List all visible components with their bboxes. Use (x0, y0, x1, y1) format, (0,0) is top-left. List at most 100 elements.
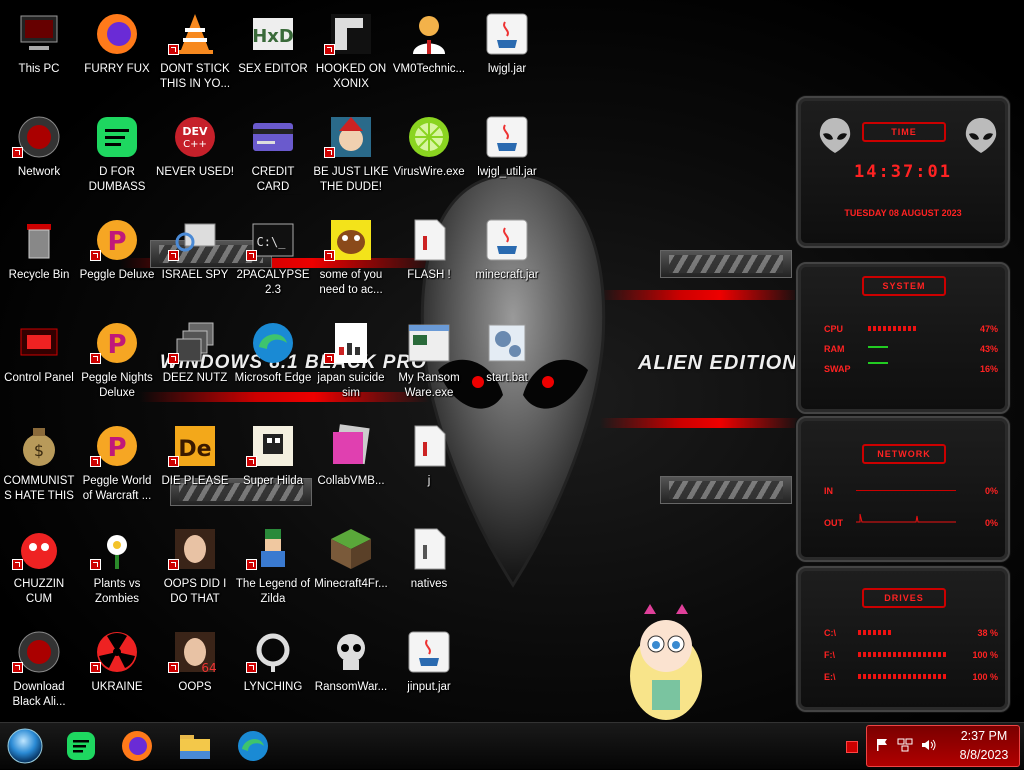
desktop-icon-label: 2PACALYPSE 2.3 (236, 269, 310, 296)
desktop-icon-pvz[interactable]: Plants vs Zombies (78, 519, 156, 619)
desktop-icon-microsoft-edge[interactable]: Microsoft Edge (234, 313, 312, 413)
skull-icon (337, 634, 365, 670)
desktop-icon-recycle-bin[interactable]: Recycle Bin (0, 210, 78, 310)
desktop-icon-natives[interactable]: natives (390, 519, 468, 619)
system-gadget: SYSTEM CPU 47% RAM 43% SWAP 16% (796, 262, 1010, 414)
desktop-icon-deez-nutz[interactable]: DEEZ NUTZ (156, 313, 234, 413)
start-button[interactable] (6, 727, 44, 765)
drive-c-bar (858, 630, 892, 635)
desktop-icon-start-bat[interactable]: start.bat (468, 313, 546, 413)
file-icon (414, 528, 446, 570)
desktop-icon-label: Recycle Bin (8, 269, 70, 281)
desktop-icon-label: lwjgl_util.jar (477, 166, 537, 178)
show-hidden-icons-button[interactable] (846, 741, 858, 753)
taskbar-firefox-button[interactable] (118, 727, 156, 765)
desktop-icon-network[interactable]: Network (0, 107, 78, 207)
desktop-icon-ukraine[interactable]: UKRAINE (78, 622, 156, 722)
taskbar-clock-time[interactable]: 2:37 PM (949, 729, 1019, 743)
desktop-icon-legend-zilda[interactable]: The Legend of Zilda (234, 519, 312, 619)
desktop-icon-be-just-like[interactable]: BE JUST LIKE THE DUDE! (312, 107, 390, 207)
desktop-icon-minecraft4fr[interactable]: Minecraft4Fr... (312, 519, 390, 619)
desktop-icon-label: RansomWar... (314, 681, 388, 693)
desktop-icon-my-ransom-ware[interactable]: My Ransom Ware.exe (390, 313, 468, 413)
desktop-icon-label: Minecraft4Fr... (314, 578, 388, 590)
desktop-icon-japan-suicide-sim[interactable]: japan suicide sim (312, 313, 390, 413)
desktop-icon-lwjgl-jar[interactable]: lwjgl.jar (468, 4, 546, 104)
desktop-icon-j[interactable]: j (390, 416, 468, 516)
desktop-icon-communists[interactable]: $ COMMUNISTS HATE THIS G... (0, 416, 78, 516)
svg-text:P: P (107, 330, 126, 360)
doctor-icon (413, 16, 445, 54)
svg-text:P: P (107, 227, 126, 257)
firefox-icon (122, 731, 152, 761)
desktop-icon-oops-did-i[interactable]: OOPS DID I DO THAT (156, 519, 234, 619)
desktop-icon-furry-fux[interactable]: FURRY FUX (78, 4, 156, 104)
wallpaper-plate (660, 476, 792, 504)
drive-e-bar (858, 674, 948, 679)
desktop-icon-peggle-deluxe[interactable]: P Peggle Deluxe (78, 210, 156, 310)
desktop-icon-download-black-ali[interactable]: Download Black Ali... (0, 622, 78, 722)
desktop-icon-label: This PC (18, 63, 60, 75)
shortcut-arrow-icon (90, 559, 101, 570)
desktop-icon-d-for-dumbass[interactable]: D FOR DUMBASS (78, 107, 156, 207)
desktop-icon-lwjgl-util-jar[interactable]: lwjgl_util.jar (468, 107, 546, 207)
spotify-icon (97, 117, 137, 157)
desktop-icon-jinput-jar[interactable]: jinput.jar (390, 622, 468, 722)
shortcut-arrow-icon (90, 250, 101, 261)
wallpaper-plate (660, 250, 792, 278)
taskbar-clock-date[interactable]: 8/8/2023 (949, 748, 1019, 762)
desktop-icon-label: minecraft.jar (475, 269, 539, 281)
shortcut-arrow-icon (90, 353, 101, 364)
desktop-icon-2pacalypse[interactable]: C:\_ 2PACALYPSE 2.3 (234, 210, 312, 310)
java-icon (486, 116, 528, 158)
desktop-icon-super-hilda[interactable]: Super Hilda (234, 416, 312, 516)
drive-c-value: 38 % (977, 628, 998, 638)
desktop-icon-vm0technic[interactable]: VM0Technic... (390, 4, 468, 104)
shortcut-arrow-icon (168, 456, 179, 467)
desktop-icon-label: DEEZ NUTZ (162, 372, 228, 384)
desktop-icon-peggle-wow[interactable]: P Peggle World of Warcraft ... (78, 416, 156, 516)
svg-text:C:\_: C:\_ (257, 235, 287, 249)
flag-icon[interactable] (875, 738, 889, 752)
desktop-icon-label: j (427, 475, 431, 487)
desktop-icon-lynching[interactable]: LYNCHING (234, 622, 312, 722)
drive-e-value: 100 % (972, 672, 998, 682)
desktop-icon-dont-stick[interactable]: DONT STICK THIS IN YO... (156, 4, 234, 104)
desktop-icon-label: CHUZZIN CUM (13, 578, 65, 605)
drive-f-bar (858, 652, 948, 657)
shortcut-arrow-icon (90, 456, 101, 467)
taskbar-spotify-button[interactable] (62, 727, 100, 765)
shortcut-arrow-icon (246, 662, 257, 673)
desktop-icon-sex-editor[interactable]: HxD SEX EDITOR (234, 4, 312, 104)
desktop-icon-hooked-on-xonix[interactable]: HOOKED ON XONIX (312, 4, 390, 104)
desktop-icon-label: HOOKED ON XONIX (315, 63, 387, 90)
desktop-icon-chuzzin[interactable]: CHUZZIN CUM (0, 519, 78, 619)
drive-c-label: C:\ (824, 628, 836, 638)
system-tray: 2:37 PM 8/8/2023 (866, 725, 1020, 767)
desktop-icon-label: COMMUNISTS HATE THIS G... (3, 475, 75, 502)
drives-gadget: DRIVES C:\ 38 % F:\ 100 % E:\ 100 % (796, 566, 1010, 712)
shortcut-arrow-icon (168, 250, 179, 261)
desktop-icon-never-used[interactable]: DEV C++ NEVER USED! (156, 107, 234, 207)
desktop-icon-die-please[interactable]: De DIE PLEASE (156, 416, 234, 516)
desktop-icon-ransomwar[interactable]: RansomWar... (312, 622, 390, 722)
shortcut-arrow-icon (12, 662, 23, 673)
desktop-icon-minecraft-jar[interactable]: minecraft.jar (468, 210, 546, 310)
network-status-icon[interactable] (897, 738, 913, 752)
desktop-icon-collabvmb[interactable]: CollabVMB... (312, 416, 390, 516)
shortcut-arrow-icon (168, 44, 179, 55)
shortcut-arrow-icon (324, 353, 335, 364)
volume-icon[interactable] (921, 738, 937, 752)
desktop-icon-viruswire[interactable]: VirusWire.exe (390, 107, 468, 207)
taskbar-file-explorer-button[interactable] (176, 727, 214, 765)
desktop-icon-israel-spy[interactable]: ISRAEL SPY (156, 210, 234, 310)
taskbar-edge-button[interactable] (234, 727, 272, 765)
desktop-icon-flash[interactable]: FLASH ! (390, 210, 468, 310)
desktop-icon-some-of-you[interactable]: some of you need to ac... (312, 210, 390, 310)
desktop-icon-label: Peggle World of Warcraft ... (82, 475, 152, 502)
desktop-icon-credit-card[interactable]: CREDIT CARD CHECKER (234, 107, 312, 207)
desktop-icon-oops[interactable]: 64 OOPS (156, 622, 234, 722)
desktop-icon-this-pc[interactable]: This PC (0, 4, 78, 104)
desktop-icon-peggle-nights[interactable]: P Peggle Nights Deluxe (78, 313, 156, 413)
desktop-icon-control-panel[interactable]: Control Panel (0, 313, 78, 413)
